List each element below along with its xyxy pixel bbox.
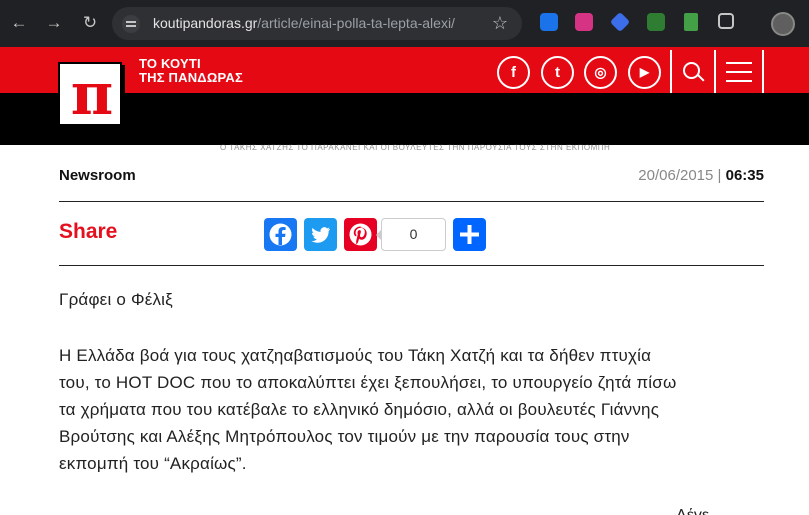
back-icon[interactable]: ← xyxy=(8,12,30,34)
forward-icon[interactable]: → xyxy=(43,12,65,34)
logo-pi-glyph: π xyxy=(70,60,114,128)
reload-icon[interactable]: ↻ xyxy=(79,12,101,34)
article-paragraph: Η Ελλάδα βοά για τους χατζηαβατισμούς το… xyxy=(59,342,759,477)
extension-icon-4[interactable] xyxy=(647,13,665,31)
brand-line-2: ΤΗΣ ΠΑΝΔΩΡΑΣ xyxy=(139,70,243,85)
url-host: koutipandoras.gr xyxy=(153,15,258,31)
header-divider xyxy=(762,50,764,93)
instagram-icon[interactable]: ◎ xyxy=(584,56,617,89)
twitter-icon[interactable]: t xyxy=(541,56,574,89)
address-bar[interactable]: koutipandoras.gr/article/einai-polla-ta-… xyxy=(112,7,522,40)
time-value: 06:35 xyxy=(725,167,764,184)
site-logo[interactable]: π xyxy=(58,60,122,128)
url-path: /article/einai-polla-ta-lepta-alexi/ xyxy=(257,15,455,31)
extension-icon-3[interactable] xyxy=(609,11,631,33)
site-settings-icon[interactable] xyxy=(122,15,140,33)
pinterest-icon xyxy=(349,223,372,246)
plus-icon xyxy=(460,225,479,244)
date-separator: | xyxy=(717,167,722,184)
header-divider xyxy=(714,50,716,93)
author-name[interactable]: Newsroom xyxy=(59,167,136,184)
hamburger-menu-icon[interactable] xyxy=(726,62,752,82)
paragraph-line: τα χρήματα που του κατέβαλε το ελληνικό … xyxy=(59,400,660,419)
paragraph-line: εκπομπή του “Ακραίως”. xyxy=(59,454,247,473)
extension-icon-1[interactable] xyxy=(540,13,558,31)
facebook-icon xyxy=(269,223,292,246)
facebook-icon[interactable]: f xyxy=(497,56,530,89)
extension-icon-2[interactable] xyxy=(575,13,593,31)
url-text[interactable]: koutipandoras.gr/article/einai-polla-ta-… xyxy=(153,15,455,31)
profile-avatar[interactable] xyxy=(771,12,795,36)
browser-toolbar: ← → ↻ koutipandoras.gr/article/einai-pol… xyxy=(0,0,809,47)
brand-line-1: ΤΟ ΚΟΥΤΙ xyxy=(139,56,201,71)
share-label: Share xyxy=(59,220,118,243)
faded-headline: Ο ΤΑΚΗΣ ΧΑΤΖΗΣ ΤΟ ΠΑΡΑΚΑΝΕΙ ΚΑΙ ΟΙ ΒΟΥΛΕ… xyxy=(220,143,611,152)
divider xyxy=(59,265,764,266)
divider xyxy=(59,201,764,202)
paragraph-line: του, το HOT DOC που το αποκαλύπτει έχει … xyxy=(59,373,677,392)
paragraph-line: Η Ελλάδα βοά για τους χατζηαβατισμούς το… xyxy=(59,346,652,365)
article-byline: Γράφει ο Φέλιξ xyxy=(59,290,173,309)
share-count: 0 xyxy=(376,218,446,251)
paragraph-line: Βρούτσης και Αλέξης Μητρόπουλος τον τιμο… xyxy=(59,427,630,446)
addtoany-share-button[interactable] xyxy=(453,218,486,251)
publish-date: 20/06/2015 | 06:35 xyxy=(638,167,764,184)
search-icon[interactable] xyxy=(683,62,700,79)
youtube-icon[interactable]: ▶ xyxy=(628,56,661,89)
next-paragraph-cut: Λέγε xyxy=(676,507,716,515)
bookmark-star-icon[interactable]: ☆ xyxy=(492,13,508,34)
twitter-bird-icon xyxy=(311,227,330,243)
facebook-share-button[interactable] xyxy=(264,218,297,251)
extensions-puzzle-icon[interactable] xyxy=(718,13,734,29)
pinterest-share-button[interactable] xyxy=(344,218,377,251)
brand-name[interactable]: ΤΟ ΚΟΥΤΙ ΤΗΣ ΠΑΝΔΩΡΑΣ xyxy=(139,57,243,85)
header-divider xyxy=(670,50,672,93)
date-value: 20/06/2015 xyxy=(638,167,714,184)
extension-icon-5[interactable] xyxy=(684,13,698,31)
twitter-share-button[interactable] xyxy=(304,218,337,251)
